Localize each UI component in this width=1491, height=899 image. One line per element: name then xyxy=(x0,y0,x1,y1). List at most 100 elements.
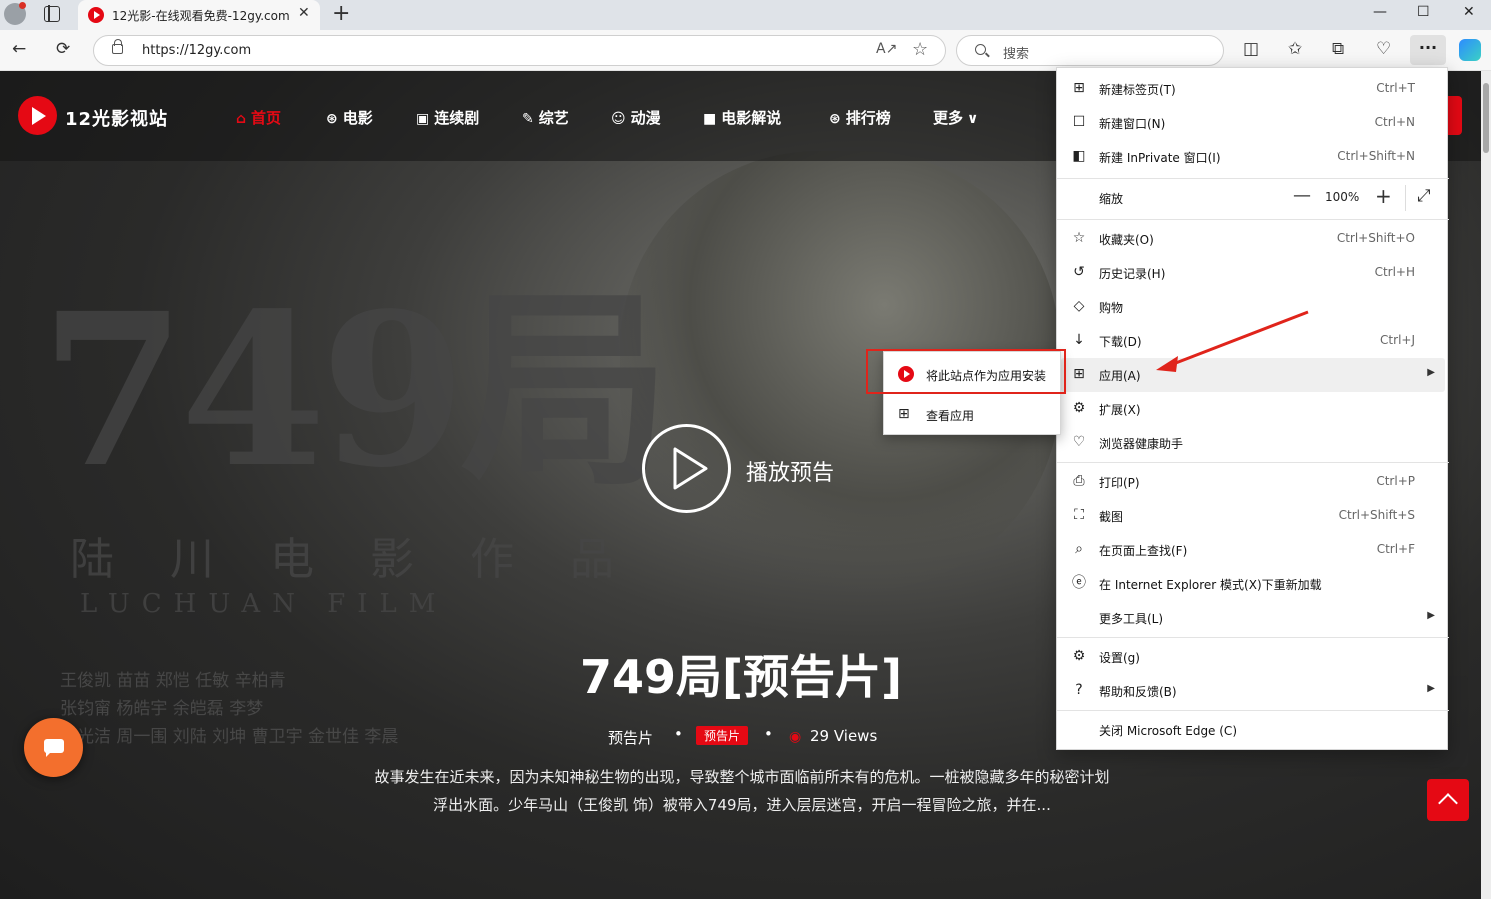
site-logo-text[interactable]: 12光影视站 xyxy=(65,105,168,131)
tab-actions-icon[interactable] xyxy=(44,5,60,22)
browser-window: 12光影-在线观看免费-12gy.com ✕ + — ☐ ✕ ← ⟳ https… xyxy=(0,0,1491,899)
menu-extensions[interactable]: ⚙ 扩展(X) xyxy=(1057,392,1449,426)
extensions-icon: ⚙ xyxy=(1072,400,1086,416)
play-trailer-label[interactable]: 播放预告 xyxy=(746,455,834,487)
tab-close-button[interactable]: ✕ xyxy=(298,5,310,21)
menu-favorites[interactable]: ☆ 收藏夹(O) Ctrl+Shift+O xyxy=(1057,222,1449,256)
shopping-tag-icon: ◇ xyxy=(1073,298,1085,314)
poster-cast-line: 李光洁 周一围 刘陆 刘坤 曹卫宇 金世佳 李晨 xyxy=(60,727,399,747)
nav-variety[interactable]: ✎ 综艺 xyxy=(522,107,569,128)
menu-browser-health[interactable]: ♡ 浏览器健康助手 xyxy=(1057,426,1449,460)
search-box[interactable]: 搜索 xyxy=(956,35,1224,66)
print-icon: ⎙ xyxy=(1073,473,1085,489)
menu-ie-mode[interactable]: ⓔ 在 Internet Explorer 模式(X)下重新加载 xyxy=(1057,567,1449,601)
menu-new-inprivate[interactable]: ◧ 新建 InPrivate 窗口(I) Ctrl+Shift+N xyxy=(1057,140,1449,174)
nav-series[interactable]: ▣ 连续剧 xyxy=(416,107,479,128)
close-window-button[interactable]: ✕ xyxy=(1463,4,1475,20)
tv-icon: ▣ xyxy=(416,111,430,127)
settings-menu: ⊞ 新建标签页(T) Ctrl+T ☐ 新建窗口(N) Ctrl+N ◧ 新建 InPri… xyxy=(1056,67,1449,750)
zoom-divider xyxy=(1405,185,1406,211)
gear-icon: ⚙ xyxy=(1072,648,1086,664)
annotation-arrow-icon xyxy=(1156,310,1309,372)
video-camera-icon: ■ xyxy=(703,111,717,127)
back-icon[interactable]: ← xyxy=(12,39,26,59)
tag-badge[interactable]: 预告片 xyxy=(696,726,749,745)
zoom-out-button[interactable]: — xyxy=(1293,185,1311,206)
new-window-icon: ☐ xyxy=(1072,114,1086,130)
site-logo-icon[interactable] xyxy=(18,96,57,135)
health-icon: ♡ xyxy=(1072,434,1086,450)
ranking-icon: ⊛ xyxy=(829,111,841,127)
favorites-icon[interactable]: ✩ xyxy=(1288,39,1302,59)
submenu-arrow-icon: ▶ xyxy=(1427,367,1435,378)
ie-icon: ⓔ xyxy=(1072,575,1086,591)
new-tab-button[interactable]: + xyxy=(332,2,350,26)
cartoon-icon: ☺ xyxy=(611,111,626,127)
scroll-thumb[interactable] xyxy=(1483,83,1489,153)
view-count: 29 Views xyxy=(810,727,878,745)
nav-ranking[interactable]: ⊛ 排行榜 xyxy=(829,107,891,128)
active-tab[interactable]: 12光影-在线观看免费-12gy.com ✕ xyxy=(78,0,320,30)
menu-close-edge[interactable]: 关闭 Microsoft Edge (C) xyxy=(1057,713,1449,747)
submenu-arrow-icon: ▶ xyxy=(1427,610,1435,621)
address-bar[interactable]: https://12gy.com A↗ ☆ xyxy=(93,35,946,66)
split-screen-icon[interactable]: ◫ xyxy=(1243,39,1259,59)
play-trailer-button[interactable] xyxy=(642,424,731,513)
url-text[interactable]: https://12gy.com xyxy=(142,43,251,58)
collections-icon[interactable]: ⧉ xyxy=(1332,39,1344,59)
poster-subtitle-art: 陆川电影作品 xyxy=(70,534,670,585)
eye-icon: ◉ xyxy=(789,729,802,745)
settings-and-more-button[interactable]: ··· xyxy=(1410,35,1446,65)
nav-more[interactable]: 更多 ∨ xyxy=(933,107,983,128)
category-link[interactable]: 预告片 xyxy=(608,727,653,748)
chat-button[interactable] xyxy=(24,718,83,777)
browser-toolbar: ← ⟳ https://12gy.com A↗ ☆ 搜索 ◫ ✩ ⧉ ♡ ··· xyxy=(0,30,1491,71)
page-scrollbar[interactable] xyxy=(1481,71,1491,899)
film-reel-icon: ⊛ xyxy=(326,111,338,127)
nav-anime[interactable]: ☺ 动漫 xyxy=(611,107,661,128)
back-to-top-button[interactable] xyxy=(1427,779,1469,821)
menu-help[interactable]: ? 帮助和反馈(B) ▶ xyxy=(1057,674,1449,708)
fullscreen-icon[interactable]: ⤢ xyxy=(1417,186,1431,206)
menu-zoom: 缩放 — 100% + ⤢ xyxy=(1057,181,1449,215)
play-icon xyxy=(673,447,708,490)
home-icon: ⌂ xyxy=(236,111,247,127)
inprivate-icon: ◧ xyxy=(1072,148,1086,164)
apps-icon: ⊞ xyxy=(1073,366,1085,382)
search-icon xyxy=(975,44,986,55)
screenshot-icon: ⛶ xyxy=(1074,507,1084,523)
menu-settings[interactable]: ⚙ 设置(g) xyxy=(1057,640,1449,674)
nav-home[interactable]: ⌂ 首页 xyxy=(236,107,281,128)
profile-avatar-icon[interactable] xyxy=(4,2,26,25)
read-aloud-icon[interactable]: A↗ xyxy=(876,41,897,57)
poster-english-art: LUCHUAN FILM xyxy=(80,589,448,619)
minimize-button[interactable]: — xyxy=(1373,4,1387,20)
new-tab-icon: ⊞ xyxy=(1073,80,1085,96)
menu-find[interactable]: ⌕ 在页面上查找(F) Ctrl+F xyxy=(1057,533,1449,567)
copilot-icon[interactable] xyxy=(1459,39,1481,61)
add-favorite-icon[interactable]: ☆ xyxy=(912,39,928,60)
zoom-in-button[interactable]: + xyxy=(1375,184,1392,208)
brush-icon: ✎ xyxy=(522,111,534,127)
lock-icon[interactable] xyxy=(112,39,123,54)
chevron-down-icon: ∨ xyxy=(967,111,979,127)
menu-new-tab[interactable]: ⊞ 新建标签页(T) Ctrl+T xyxy=(1057,72,1449,106)
nav-movies[interactable]: ⊛ 电影 xyxy=(326,107,373,128)
menu-divider xyxy=(1057,462,1449,463)
refresh-icon[interactable]: ⟳ xyxy=(56,39,70,59)
menu-more-tools[interactable]: 更多工具(L) ▶ xyxy=(1057,601,1449,635)
menu-divider xyxy=(1057,219,1449,220)
menu-new-window[interactable]: ☐ 新建窗口(N) Ctrl+N xyxy=(1057,106,1449,140)
menu-history[interactable]: ↺ 历史记录(H) Ctrl+H xyxy=(1057,256,1449,290)
menu-divider xyxy=(1057,710,1449,711)
maximize-button[interactable]: ☐ xyxy=(1417,4,1430,20)
annotation-highlight-box xyxy=(866,349,1066,394)
download-icon: ↓ xyxy=(1073,332,1085,348)
tab-title: 12光影-在线观看免费-12gy.com xyxy=(112,9,290,23)
view-apps[interactable]: ⊞ 查看应用 xyxy=(884,396,1062,432)
menu-screenshot[interactable]: ⛶ 截图 Ctrl+Shift+S xyxy=(1057,499,1449,533)
menu-print[interactable]: ⎙ 打印(P) Ctrl+P xyxy=(1057,465,1449,499)
browser-essentials-icon[interactable]: ♡ xyxy=(1376,39,1391,59)
search-placeholder[interactable]: 搜索 xyxy=(1003,43,1029,62)
nav-commentary[interactable]: ■ 电影解说 xyxy=(703,107,781,128)
